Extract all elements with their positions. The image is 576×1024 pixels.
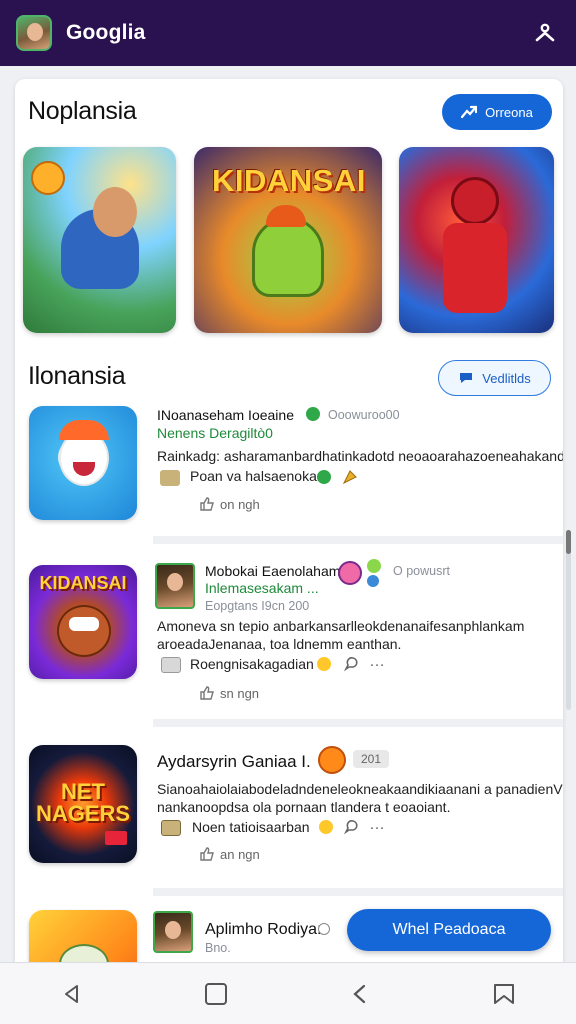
hero-helmet <box>451 177 499 225</box>
more-icon[interactable]: … <box>369 653 386 671</box>
info-icon <box>318 923 330 935</box>
app-icon-word: NET NAGERS <box>35 779 131 826</box>
item-title: Aplimho Rodiya: <box>205 921 322 938</box>
item-subtitle: Nenens Deragiltò0 <box>157 425 273 441</box>
character-face <box>93 187 137 237</box>
comment-icon <box>343 657 358 672</box>
bookmark-icon <box>494 983 514 1004</box>
item-time-text: on ngh <box>220 496 260 512</box>
item-description: Amoneva sn tepio anbarkansarlleokdenanai… <box>157 618 525 634</box>
featured-action-button[interactable]: Orreona <box>442 94 552 130</box>
app-avatar[interactable] <box>16 15 52 51</box>
app-icon: NET NAGERS <box>29 745 137 863</box>
item-description: Rainkadg: asharamanbardhatinkadotd neoao… <box>157 448 563 464</box>
more-icon[interactable]: … <box>369 816 386 834</box>
list-item[interactable]: KIDANSAI Mobokai Eaenolaham O powusrt In… <box>15 549 563 709</box>
nav-back-button[interactable] <box>52 974 92 1014</box>
app-icon-word: KIDANSAI <box>39 573 127 593</box>
floating-action-label: Whel Peadoaca <box>392 921 506 938</box>
scrollbar-track[interactable] <box>566 530 571 710</box>
check-icon <box>317 470 331 484</box>
chat-bubble-icon <box>460 373 473 383</box>
item-time-text: an ngn <box>220 846 260 862</box>
emoji-sticker <box>31 161 65 195</box>
home-square-icon <box>205 982 227 1005</box>
item-time: on ngh <box>199 496 260 512</box>
item-title: Aydarsyrin Ganiaa I. <box>157 752 311 771</box>
list-section-button-label: Vedlitlds <box>482 370 531 386</box>
list-section-button[interactable]: Vedlitlds <box>438 360 551 396</box>
list-item[interactable]: NET NAGERS Aydarsyrin Ganiaa I. 201 Sian… <box>15 732 563 892</box>
item-time: sn ngn <box>199 685 259 701</box>
item-badge: 201 <box>353 750 390 768</box>
item-description-2: aroeadaJenanaa, toa ldnemm eanthan. <box>157 636 402 652</box>
emoji-face-icon <box>338 561 362 585</box>
back-triangle-icon <box>65 984 78 1003</box>
thumbs-up-icon <box>200 686 214 700</box>
gift-icon <box>161 657 181 673</box>
app-icon: KIDANSAI <box>29 565 137 679</box>
scrollbar-thumb[interactable] <box>566 530 571 554</box>
list-section-title: Ilonansia <box>28 362 126 390</box>
sun-emoji-icon <box>319 820 333 834</box>
item-time-text: sn ngn <box>220 685 260 701</box>
list-divider <box>153 888 563 896</box>
smile-icon <box>367 559 381 573</box>
featured-game-tile-1[interactable] <box>23 147 176 333</box>
game-tile-banner: KIDANSAI <box>212 163 366 198</box>
item-meta-right: O powusrt <box>393 564 450 578</box>
item-description-2: Poan va halsaenokar. <box>190 468 325 484</box>
hand-icon <box>342 470 357 485</box>
gift-icon <box>160 470 180 486</box>
list-divider <box>153 536 563 544</box>
dino-crest <box>266 205 306 227</box>
chevron-left-icon <box>353 984 366 1003</box>
hero-body <box>443 223 507 313</box>
featured-section-title: Noplansia <box>28 97 137 125</box>
profile-button[interactable] <box>530 18 560 48</box>
featured-action-label: Orreona <box>485 104 533 120</box>
dino-figure <box>252 217 324 297</box>
system-nav-bar <box>0 962 576 1024</box>
item-subtitle: Inlemasesakam ... <box>205 580 319 596</box>
author-avatar <box>153 911 193 953</box>
item-description-2: nankanoopdsa ola pornaan tlandera t eoao… <box>157 799 451 815</box>
item-title: INoanaseham Ioeaine <box>157 407 294 423</box>
thumbs-up-icon <box>200 497 214 511</box>
thumbs-up-icon <box>200 847 214 861</box>
nav-return-button[interactable] <box>340 974 380 1014</box>
nav-home-button[interactable] <box>196 974 236 1014</box>
sun-emoji-icon <box>317 657 331 671</box>
app-bar: Googlia <box>0 0 576 66</box>
item-description-3: Roengnisakagadian <box>190 656 314 672</box>
item-title: Mobokai Eaenolaham <box>205 563 341 579</box>
person-icon <box>535 23 555 42</box>
trend-arrow-icon <box>461 105 478 119</box>
floating-action-button[interactable]: Whel Peadoaca <box>347 909 551 951</box>
fire-icon <box>318 746 346 774</box>
main-card: Noplansia Orreona KIDANSAI Ilonansia Ved… <box>15 79 563 979</box>
item-meta: Bno. <box>205 941 231 955</box>
author-avatar <box>155 563 195 609</box>
list-divider <box>153 719 563 727</box>
nav-bookmark-button[interactable] <box>484 974 524 1014</box>
gift-icon <box>161 820 181 836</box>
item-description: Sianoahaiolaiabodeladndeneleokneakaandik… <box>157 781 563 797</box>
item-meta: Ooowuroo00 <box>328 408 400 422</box>
info-dot-icon <box>367 575 379 587</box>
comment-icon <box>343 820 358 835</box>
item-meta: Eopgtans I9cn 200 <box>205 599 310 613</box>
app-icon <box>29 406 137 520</box>
list-item[interactable]: INoanaseham Ioeaine Ooowuroo00 Nenens De… <box>15 402 563 534</box>
featured-game-tile-3[interactable] <box>399 147 554 333</box>
featured-game-tile-2[interactable]: KIDANSAI <box>194 147 382 333</box>
verified-icon <box>306 407 320 421</box>
app-title: Googlia <box>66 21 146 44</box>
item-time: an ngn <box>199 846 260 862</box>
item-description-3: Noen tatioisaarban <box>192 819 310 835</box>
